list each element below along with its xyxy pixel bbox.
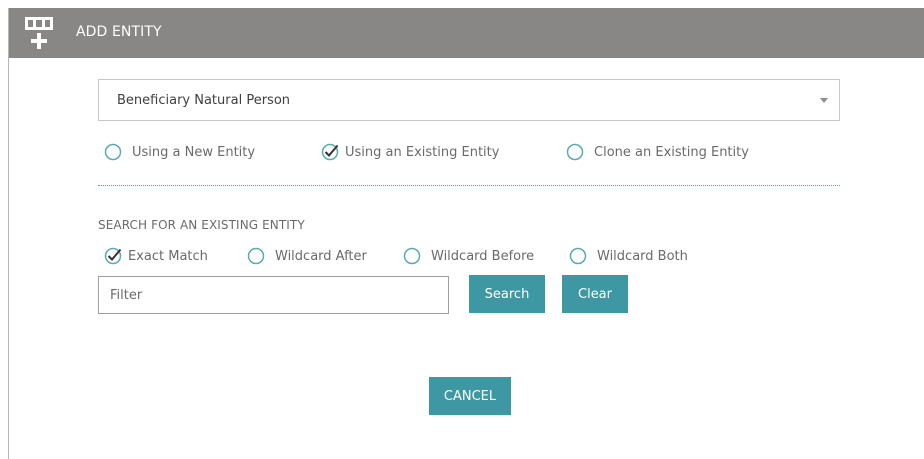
radio-clone-entity[interactable]: Clone an Existing Entity: [566, 143, 749, 161]
radio-wildcard-before[interactable]: Wildcard Before: [403, 247, 534, 265]
radio-wildcard-both-label: Wildcard Both: [597, 248, 688, 264]
radio-exact-match-label: Exact Match: [128, 248, 208, 264]
radio-checked-icon: [104, 247, 122, 265]
radio-unchecked-icon: [403, 247, 421, 265]
radio-existing-entity-label: Using an Existing Entity: [345, 144, 500, 160]
chevron-down-icon: [820, 98, 828, 103]
radio-unchecked-icon: [569, 247, 587, 265]
radio-checked-icon: [321, 143, 339, 161]
search-button[interactable]: Search: [469, 275, 545, 313]
section-divider: [98, 185, 840, 186]
cancel-button[interactable]: CANCEL: [429, 377, 511, 415]
add-entity-icon: [25, 17, 53, 49]
radio-unchecked-icon: [247, 247, 265, 265]
clear-button[interactable]: Clear: [562, 275, 628, 313]
radio-new-entity-label: Using a New Entity: [132, 144, 256, 160]
radio-wildcard-after-label: Wildcard After: [275, 248, 367, 264]
add-entity-dialog: ADD ENTITY Beneficiary Natural Person Us…: [8, 8, 924, 459]
radio-unchecked-icon: [104, 143, 122, 161]
entity-type-select[interactable]: Beneficiary Natural Person: [98, 79, 840, 121]
dialog-title: ADD ENTITY: [76, 24, 162, 40]
filter-input[interactable]: [98, 276, 449, 314]
entity-type-value: Beneficiary Natural Person: [117, 93, 291, 108]
radio-new-entity[interactable]: Using a New Entity: [104, 143, 255, 161]
radio-wildcard-both[interactable]: Wildcard Both: [569, 247, 688, 265]
radio-exact-match[interactable]: Exact Match: [104, 247, 208, 265]
radio-unchecked-icon: [566, 143, 584, 161]
radio-clone-entity-label: Clone an Existing Entity: [594, 144, 749, 160]
radio-wildcard-after[interactable]: Wildcard After: [247, 247, 367, 265]
dialog-titlebar: ADD ENTITY: [9, 8, 924, 58]
radio-existing-entity[interactable]: Using an Existing Entity: [321, 143, 499, 161]
radio-wildcard-before-label: Wildcard Before: [431, 248, 535, 264]
search-section-heading: SEARCH FOR AN EXISTING ENTITY: [98, 218, 305, 232]
